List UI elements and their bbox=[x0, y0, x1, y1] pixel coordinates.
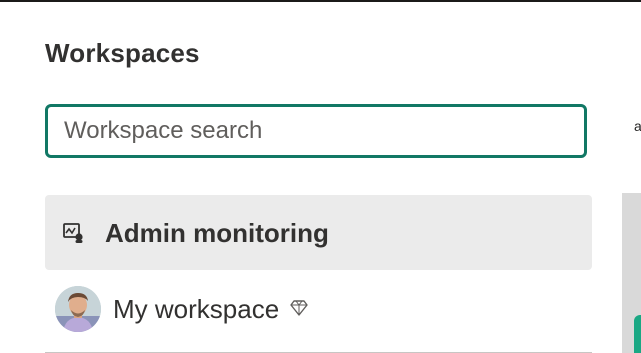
background-text-fragment: a bbox=[634, 118, 641, 134]
workspaces-flyout: Workspaces Admin monitoring bbox=[0, 2, 612, 353]
diamond-icon bbox=[290, 300, 308, 316]
workspace-picker-window: a Workspaces Admin monitoring bbox=[0, 0, 641, 353]
workspace-search-box[interactable] bbox=[45, 104, 587, 158]
panel-title: Workspaces bbox=[45, 38, 200, 68]
avatar bbox=[55, 286, 101, 332]
background-accent-shape bbox=[634, 315, 641, 353]
workspace-item-admin-monitoring[interactable]: Admin monitoring bbox=[45, 195, 592, 270]
workspace-item-label: Admin monitoring bbox=[105, 218, 329, 248]
monitoring-icon bbox=[63, 223, 85, 243]
workspace-search-input[interactable] bbox=[64, 107, 564, 155]
workspace-item-my-workspace[interactable]: My workspace bbox=[45, 282, 592, 342]
workspace-item-label: My workspace bbox=[113, 294, 280, 324]
